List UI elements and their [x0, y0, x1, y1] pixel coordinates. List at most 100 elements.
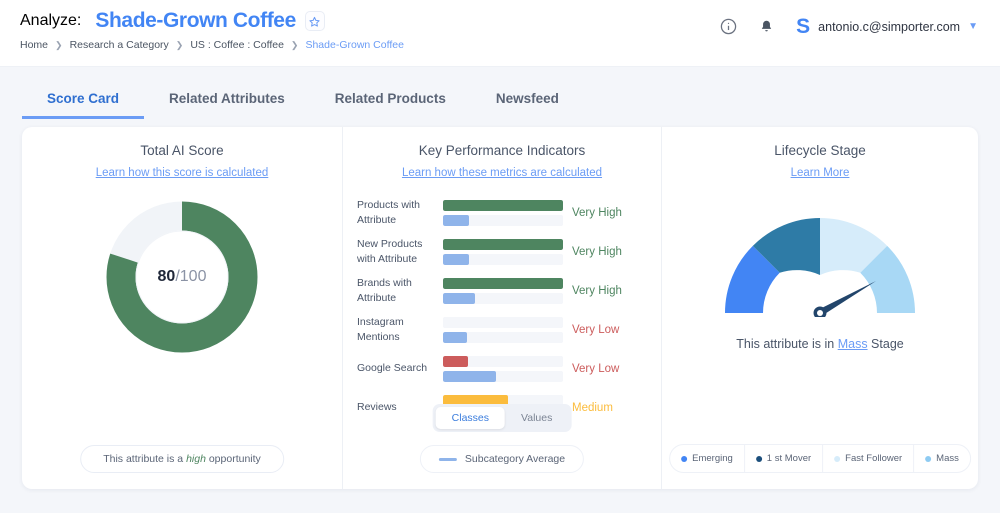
- toggle-values[interactable]: Values: [505, 407, 568, 429]
- score-number: 80: [157, 268, 176, 285]
- tab-related-products[interactable]: Related Products: [310, 91, 471, 119]
- kpi-bars: [443, 316, 563, 343]
- breadcrumb-item-current[interactable]: Shade-Grown Coffee: [305, 39, 403, 51]
- tab-newsfeed[interactable]: Newsfeed: [471, 91, 584, 119]
- opportunity-badge: This attribute is a high opportunity: [80, 445, 284, 473]
- user-email-label: antonio.c@simporter.com: [818, 19, 961, 34]
- stage-name-link[interactable]: Mass: [838, 337, 868, 351]
- kpi-bars: [443, 355, 563, 382]
- user-account-menu[interactable]: S antonio.c@simporter.com ▼: [796, 16, 978, 37]
- kpi-label: Reviews: [357, 401, 397, 414]
- kpi-bars: [443, 277, 563, 304]
- kpi-class-label: Very High: [572, 245, 622, 258]
- bell-icon[interactable]: [759, 19, 774, 35]
- kpi-class-label: Very Low: [572, 323, 620, 336]
- kpi-bars: [443, 199, 563, 226]
- breadcrumb-item-research[interactable]: Research a Category: [70, 39, 169, 51]
- kpi-metric-bar: [443, 238, 563, 250]
- kpi-row: Brands with Attribute Very High: [357, 271, 647, 310]
- kpi-row: Instagram Mentions Very Low: [357, 310, 647, 349]
- legend-label: Subcategory Average: [464, 453, 566, 465]
- breadcrumb-separator-icon: ❯: [175, 39, 184, 50]
- kpi-label: Google Search: [357, 362, 428, 375]
- kpi-average-track: [443, 370, 563, 382]
- legend-line-icon: [438, 457, 457, 461]
- page-title-prefix: Analyze:: [20, 12, 82, 29]
- legend-item-label: Fast Follower: [845, 453, 903, 464]
- kpi-row: Google Search Very Low: [357, 349, 647, 388]
- kpi-row: New Products with Attribute Very High: [357, 232, 647, 271]
- kpi-metric-track: [443, 238, 563, 250]
- stage-suffix: Stage: [867, 337, 904, 351]
- lifecycle-section: Lifecycle Stage Learn More This attribut…: [662, 127, 978, 489]
- stage-prefix: This attribute is in: [736, 337, 838, 351]
- star-icon[interactable]: [304, 11, 325, 31]
- kpi-average-track: [443, 214, 563, 226]
- legend-dot-icon: [755, 455, 762, 462]
- lifecycle-learn-more-link[interactable]: Learn More: [662, 167, 978, 179]
- kpi-label: Instagram Mentions: [357, 316, 404, 343]
- kpi-metric-track: [443, 199, 563, 211]
- chevron-down-icon[interactable]: ▼: [968, 21, 978, 32]
- kpi-label: Brands with Attribute: [357, 277, 412, 304]
- breadcrumb-separator-icon: ❯: [55, 39, 63, 50]
- kpi-display-toggle: Classes Values: [432, 404, 572, 432]
- score-denominator: /100: [175, 268, 207, 285]
- subcategory-average-legend: Subcategory Average: [419, 445, 585, 473]
- opportunity-suffix: opportunity: [205, 453, 261, 465]
- gauge-needle: [813, 281, 876, 317]
- lifecycle-title: Lifecycle Stage: [774, 143, 866, 158]
- kpi-label: New Products with Attribute: [357, 238, 423, 265]
- kpi-title: Key Performance Indicators: [418, 143, 586, 158]
- opportunity-prefix: This attribute is a: [103, 453, 187, 465]
- lifecycle-legend-item[interactable]: Mass: [914, 445, 970, 472]
- toggle-classes[interactable]: Classes: [435, 407, 506, 429]
- page-title: Analyze: Shade-Grown Coffee: [20, 9, 325, 33]
- lifecycle-legend-item[interactable]: Fast Follower: [823, 445, 915, 472]
- app-header: Analyze: Shade-Grown Coffee Home ❯ Resea…: [0, 0, 1000, 67]
- tab-bar: Score Card Related Attributes Related Pr…: [0, 67, 1000, 119]
- gauge-chart-svg: [725, 218, 915, 317]
- kpi-metric-bar: [443, 277, 563, 289]
- page-title-subject: Shade-Grown Coffee: [95, 9, 296, 32]
- kpi-average-bar: [443, 253, 470, 265]
- kpi-class-label: Medium: [572, 401, 613, 414]
- info-circle-icon[interactable]: [720, 18, 737, 35]
- kpi-average-track: [443, 331, 563, 343]
- score-card-panel: Total AI Score Learn how this score is c…: [22, 127, 978, 489]
- kpi-average-track: [443, 292, 563, 304]
- kpi-average-bar: [443, 331, 467, 343]
- kpi-class-label: Very Low: [572, 362, 620, 375]
- kpi-explainer-link[interactable]: Learn how these metrics are calculated: [343, 167, 661, 179]
- lifecycle-legend-item[interactable]: Emerging: [670, 445, 745, 472]
- breadcrumb-separator-icon: ❯: [290, 39, 299, 50]
- kpi-average-bar: [443, 370, 496, 382]
- brand-logo: S: [796, 15, 811, 38]
- legend-dot-icon: [834, 455, 841, 462]
- lifecycle-legend-item[interactable]: 1 st Mover: [745, 445, 824, 472]
- breadcrumb-item-category[interactable]: US : Coffee : Coffee: [190, 39, 284, 51]
- kpi-section: Key Performance Indicators Learn how the…: [342, 127, 662, 489]
- total-ai-score-donut: 80/100: [22, 201, 342, 353]
- kpi-metric-bar: [443, 199, 563, 211]
- breadcrumb: Home ❯ Research a Category ❯ US : Coffee…: [20, 39, 404, 51]
- lifecycle-stage-text: This attribute is in Mass Stage: [662, 337, 978, 351]
- breadcrumb-item-home[interactable]: Home: [20, 39, 48, 51]
- opportunity-level: high: [186, 453, 206, 465]
- total-ai-score-title: Total AI Score: [140, 143, 224, 158]
- kpi-metric-track: [443, 355, 563, 367]
- total-ai-score-section: Total AI Score Learn how this score is c…: [22, 127, 342, 489]
- kpi-average-track: [443, 253, 563, 265]
- score-explainer-link[interactable]: Learn how this score is calculated: [22, 167, 342, 179]
- score-value-label: 80/100: [158, 268, 207, 286]
- kpi-class-label: Very High: [572, 284, 622, 297]
- tab-score-card[interactable]: Score Card: [22, 91, 145, 119]
- lifecycle-gauge: [662, 213, 978, 317]
- legend-item-label: Mass: [936, 453, 959, 464]
- tab-related-attributes[interactable]: Related Attributes: [144, 91, 310, 119]
- legend-item-label: Emerging: [692, 453, 733, 464]
- legend-dot-icon: [681, 455, 688, 462]
- header-actions: S antonio.c@simporter.com ▼: [720, 16, 978, 37]
- legend-item-label: 1 st Mover: [766, 453, 812, 464]
- kpi-metric-bar: [443, 355, 469, 367]
